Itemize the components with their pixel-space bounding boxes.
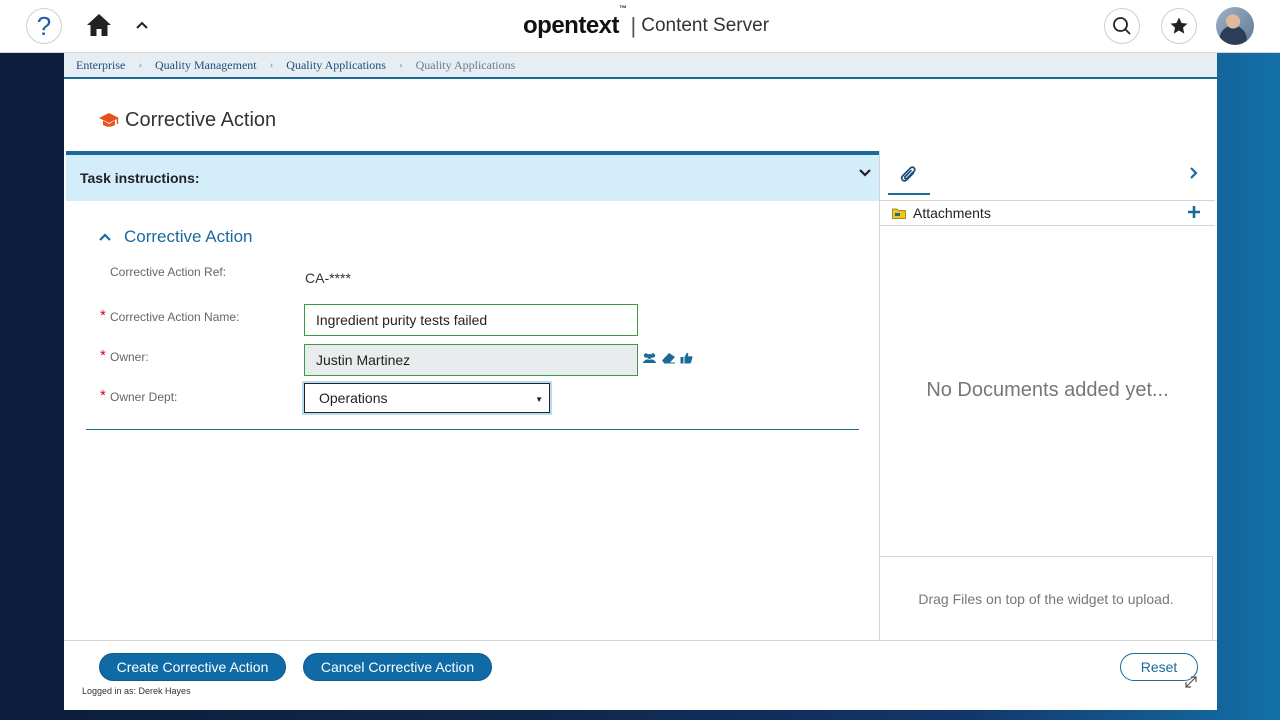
brand: opentext™ | Content Server <box>523 4 770 41</box>
ref-label: Corrective Action Ref: <box>110 265 227 279</box>
users-icon[interactable] <box>642 352 657 364</box>
drop-zone-label: Drag Files on top of the widget to uploa… <box>918 590 1174 607</box>
breadcrumb-item-current: Quality Applications <box>415 57 516 72</box>
favorites-button[interactable] <box>1161 8 1197 44</box>
required-marker: * <box>100 387 106 404</box>
dept-label: * Owner Dept: <box>100 387 178 404</box>
chevron-up-icon[interactable] <box>134 18 150 32</box>
section-title: Corrective Action <box>124 227 253 246</box>
paperclip-icon <box>900 166 916 182</box>
required-marker: * <box>100 347 106 364</box>
required-marker: * <box>100 307 106 324</box>
graduation-cap-icon <box>99 113 119 127</box>
avatar[interactable] <box>1216 7 1254 45</box>
owner-label: * Owner: <box>100 347 149 364</box>
task-instructions-bar[interactable]: Task instructions: <box>66 151 880 201</box>
breadcrumb-item-quality-applications[interactable]: Quality Applications <box>286 58 386 73</box>
brand-separator: | <box>630 13 637 38</box>
footer: Create Corrective Action Cancel Correcti… <box>64 640 1217 710</box>
chevron-right-icon[interactable] <box>1189 166 1199 180</box>
thumbs-up-icon[interactable] <box>680 352 693 364</box>
main-panel: Enterprise › Quality Management › Qualit… <box>64 53 1217 710</box>
name-label: * Corrective Action Name: <box>100 307 240 324</box>
eraser-icon[interactable] <box>661 352 676 364</box>
home-icon[interactable] <box>86 13 112 37</box>
plus-icon[interactable] <box>1187 205 1201 219</box>
breadcrumb-item-quality-management[interactable]: Quality Management <box>155 58 257 73</box>
breadcrumb-separator: › <box>138 59 142 71</box>
attachments-header: Attachments <box>880 200 1215 226</box>
page-title: Corrective Action <box>125 108 277 131</box>
section-divider <box>86 429 859 430</box>
empty-attachments-message: No Documents added yet... <box>926 379 1169 401</box>
help-button[interactable]: ? <box>26 8 62 44</box>
page-header: Corrective Action <box>98 105 276 135</box>
help-icon: ? <box>36 10 52 41</box>
breadcrumb-separator: › <box>269 59 274 71</box>
owner-dept-value: Operations <box>319 390 388 406</box>
attachments-title: Attachments <box>913 205 991 221</box>
breadcrumb: Enterprise › Quality Management › Qualit… <box>64 53 1217 79</box>
section-header-corrective-action[interactable]: Corrective Action <box>98 227 253 247</box>
expand-icon[interactable] <box>1184 675 1198 689</box>
task-instructions-label: Task instructions: <box>80 170 200 186</box>
chevron-down-icon[interactable] <box>858 168 872 178</box>
breadcrumb-separator: › <box>398 59 403 71</box>
chevron-up-icon[interactable] <box>98 232 112 242</box>
top-bar: ? opentext™ | Content Server <box>0 0 1280 53</box>
dropdown-arrow-icon: ▼ <box>535 395 543 404</box>
brand-product: Content Server <box>641 15 770 36</box>
search-button[interactable] <box>1104 8 1140 44</box>
owner-dept-select[interactable]: Operations ▼ <box>302 381 552 415</box>
search-icon <box>1113 17 1131 35</box>
cancel-corrective-action-button[interactable]: Cancel Corrective Action <box>303 653 492 681</box>
star-icon <box>1170 17 1188 34</box>
corrective-action-name-input[interactable]: Ingredient purity tests failed <box>304 304 638 336</box>
owner-actions <box>642 352 697 364</box>
brand-logo: opentext™ <box>523 4 627 39</box>
upload-drop-zone[interactable]: Drag Files on top of the widget to uploa… <box>880 556 1213 640</box>
attachments-tab[interactable] <box>888 157 930 195</box>
folder-icon <box>892 208 906 219</box>
ref-value: CA-**** <box>305 270 351 286</box>
attachments-panel: Attachments No Documents added yet... Dr… <box>879 151 1215 640</box>
owner-input[interactable]: Justin Martinez <box>304 344 638 376</box>
breadcrumb-item-enterprise[interactable]: Enterprise <box>76 58 125 73</box>
create-corrective-action-button[interactable]: Create Corrective Action <box>99 653 286 681</box>
logged-in-user: Logged in as: Derek Hayes <box>82 686 191 696</box>
